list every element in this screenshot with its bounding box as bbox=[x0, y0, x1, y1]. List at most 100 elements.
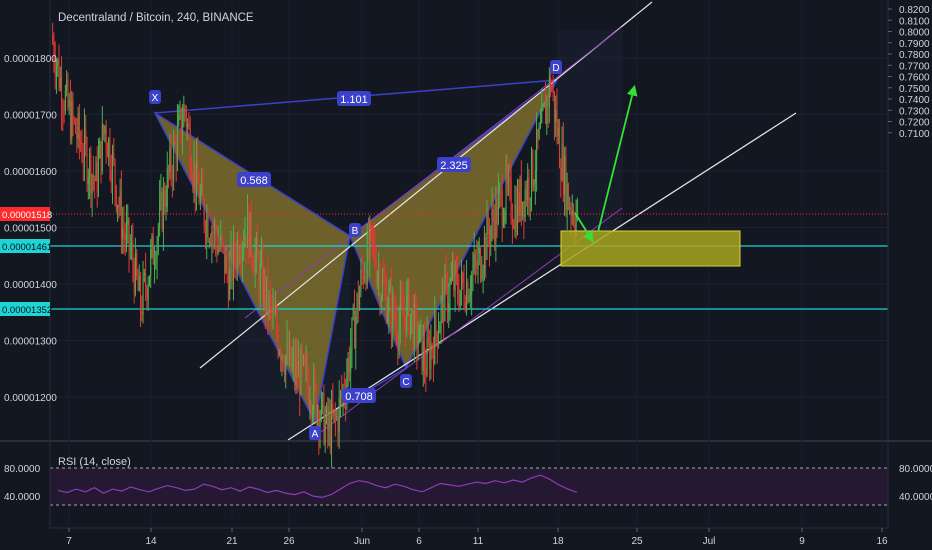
right-tick-label: 0.8100 bbox=[899, 16, 930, 27]
candle-body bbox=[539, 123, 541, 127]
candle-body bbox=[348, 357, 350, 373]
left-tick-label: 0.00001300 bbox=[4, 337, 57, 348]
candle-body bbox=[449, 282, 451, 304]
chart-canvas[interactable]: XABCD 1.1010.5682.3250.708 0.000018000.0… bbox=[0, 0, 932, 550]
candle-body bbox=[334, 409, 336, 418]
candle-body bbox=[325, 406, 327, 421]
candle-body bbox=[254, 253, 256, 273]
price-tag-label: 0.00001461 bbox=[2, 242, 52, 253]
candle-body bbox=[569, 208, 571, 210]
candle-body bbox=[398, 324, 400, 346]
target-zone[interactable] bbox=[560, 230, 741, 267]
candle-body bbox=[353, 307, 355, 349]
time-tick-label: 21 bbox=[226, 536, 238, 547]
candle-body bbox=[567, 184, 569, 210]
candle-body bbox=[280, 352, 282, 361]
candle-body bbox=[262, 256, 264, 303]
candle-body bbox=[292, 354, 294, 362]
candle-body bbox=[438, 333, 440, 346]
candle-body bbox=[140, 275, 142, 313]
candle-body bbox=[329, 415, 331, 449]
candle-body bbox=[432, 349, 434, 364]
time-tick-label: 26 bbox=[283, 536, 295, 547]
candle-body bbox=[68, 100, 70, 108]
candle-body bbox=[435, 314, 437, 332]
candle-body bbox=[225, 254, 227, 274]
candle-body bbox=[98, 158, 100, 192]
candle-body bbox=[496, 198, 498, 224]
right-tick-label: 0.7100 bbox=[899, 129, 930, 140]
rsi-band bbox=[50, 468, 888, 505]
candle-body bbox=[94, 178, 96, 181]
left-price-axis[interactable]: 0.00001800 0.00001700 0.00001600 0.00001500… bbox=[4, 54, 57, 404]
candle-body bbox=[287, 341, 289, 362]
candle-body bbox=[85, 129, 87, 144]
candle-body bbox=[141, 312, 143, 315]
candle-body bbox=[543, 102, 545, 108]
candle-body bbox=[514, 204, 516, 228]
candle-body bbox=[154, 263, 156, 265]
right-price-axis[interactable]: 0.82000.81000.80000.79000.78000.77000.76… bbox=[888, 5, 930, 140]
candle-body bbox=[441, 290, 443, 302]
candle-body bbox=[227, 270, 229, 299]
candle-body bbox=[133, 265, 135, 294]
candle-body bbox=[509, 176, 511, 179]
candle-body bbox=[71, 101, 73, 140]
candle-body bbox=[173, 141, 175, 179]
candle-body bbox=[469, 294, 471, 296]
candle-body bbox=[458, 294, 460, 307]
candle-body bbox=[150, 249, 152, 276]
candle-body bbox=[448, 303, 450, 312]
candle-body bbox=[80, 140, 82, 147]
candle-body bbox=[365, 276, 367, 285]
candle-body bbox=[59, 77, 61, 88]
candle-body bbox=[259, 262, 261, 290]
candle-body bbox=[478, 247, 480, 254]
candle-body bbox=[264, 275, 266, 309]
candle-body bbox=[78, 113, 80, 141]
candle-body bbox=[285, 356, 287, 375]
candle-body bbox=[511, 219, 513, 226]
candle-body bbox=[169, 147, 171, 173]
candle-body bbox=[306, 363, 308, 384]
time-axis[interactable]: 7 14 21 26 Jun 6 11 18 25 Jul 9 16 bbox=[66, 528, 888, 547]
candle-body bbox=[137, 275, 139, 291]
candle-body bbox=[513, 225, 515, 228]
candle-body bbox=[328, 415, 330, 431]
candle-body bbox=[253, 266, 255, 273]
candle-body bbox=[249, 211, 251, 257]
left-tick-label: 0.00001200 bbox=[4, 393, 57, 404]
candle-body bbox=[87, 177, 89, 184]
candle-body bbox=[504, 210, 506, 223]
candle-body bbox=[557, 128, 559, 137]
candle-body bbox=[467, 282, 469, 302]
candle-body bbox=[91, 175, 93, 195]
left-tick-label: 0.00001400 bbox=[4, 280, 57, 291]
candle-body bbox=[174, 141, 176, 143]
candle-body bbox=[487, 215, 489, 235]
candle-body bbox=[132, 243, 134, 266]
right-tick-label: 0.7300 bbox=[899, 106, 930, 117]
candle-body bbox=[317, 410, 319, 421]
candle-body bbox=[248, 208, 250, 257]
candle-body bbox=[333, 409, 335, 416]
time-tick-label: Jul bbox=[703, 536, 716, 547]
candle-body bbox=[82, 160, 84, 162]
candle-body bbox=[388, 291, 390, 313]
candle-body bbox=[506, 168, 508, 184]
candle-body bbox=[124, 233, 126, 240]
candle-body bbox=[176, 124, 178, 161]
candle-body bbox=[338, 397, 340, 433]
candle-body bbox=[404, 315, 406, 334]
right-tick-label: 0.7700 bbox=[899, 61, 930, 72]
candle-body bbox=[81, 146, 83, 161]
candle-body bbox=[146, 288, 148, 300]
ratio-label: 0.708 bbox=[345, 391, 373, 403]
candle-body bbox=[192, 178, 194, 184]
candle-body bbox=[436, 331, 438, 346]
right-tick-label: 0.7500 bbox=[899, 84, 930, 95]
candle-body bbox=[425, 366, 427, 376]
candle-body bbox=[418, 325, 420, 343]
candle-body bbox=[126, 224, 128, 240]
candle-body bbox=[556, 109, 558, 137]
